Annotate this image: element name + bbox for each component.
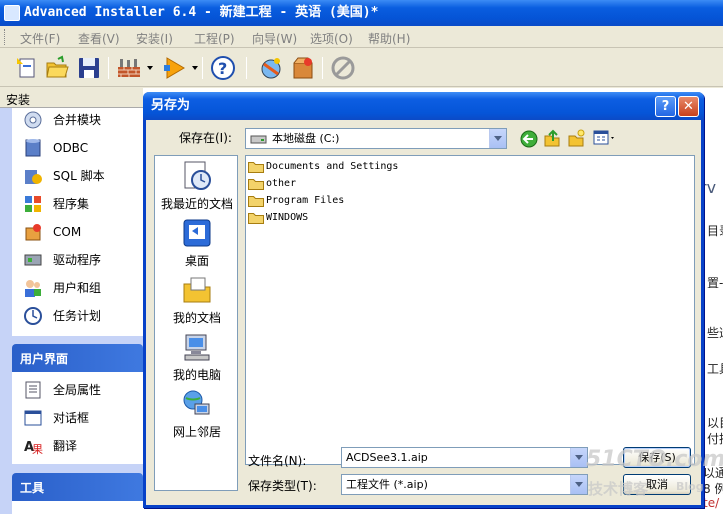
window-title-text: Advanced Installer 6.4 - 新建工程 - 英语 (美国)* <box>24 5 379 20</box>
place-recent-documents[interactable]: 我最近的文档 <box>155 156 239 213</box>
package-icon[interactable] <box>290 55 316 81</box>
menu-view[interactable]: 查看(V) <box>78 30 120 47</box>
watermark-blog: Blog <box>676 480 704 493</box>
toolbar-separator <box>246 57 247 79</box>
open-icon[interactable] <box>44 55 70 81</box>
menu-wizard[interactable]: 向导(W) <box>252 30 297 47</box>
place-network[interactable]: 网上邻居 <box>155 384 239 441</box>
place-desktop[interactable]: 桌面 <box>155 213 239 270</box>
behind-text: 8 例 <box>703 482 723 496</box>
toolbar-separator <box>322 57 323 79</box>
svg-text:果: 果 <box>32 443 43 456</box>
file-list[interactable]: Documents and Settings other Program Fil… <box>245 155 695 465</box>
folder-icon <box>248 162 264 173</box>
close-button[interactable]: ✕ <box>678 96 699 117</box>
view-menu-icon[interactable] <box>593 130 617 146</box>
desktop-icon <box>183 219 211 247</box>
filename-field[interactable]: ACDSee3.1.aip <box>341 447 588 468</box>
up-folder-icon[interactable] <box>543 129 561 147</box>
properties-icon <box>23 380 43 400</box>
users-icon <box>23 278 43 298</box>
tools-group-header[interactable]: 工具 <box>12 473 143 501</box>
toolbar-separator <box>202 57 203 79</box>
assembly-icon <box>23 194 43 214</box>
place-my-documents[interactable]: 我的文档 <box>155 270 239 327</box>
sql-script-icon <box>23 166 43 186</box>
save-in-label: 保存在(I): <box>179 131 232 145</box>
watermark-logo: 51CTO.com <box>586 447 723 472</box>
database-icon <box>23 138 43 158</box>
tools-group <box>12 501 143 514</box>
ui-group: 全局属性 对话框 A果 翻译 <box>12 372 143 464</box>
run-dropdown-arrow[interactable] <box>192 66 198 70</box>
behind-text: 工具 <box>707 362 723 376</box>
build-dropdown-arrow[interactable] <box>147 66 153 70</box>
com-icon <box>23 222 43 242</box>
menu-bar: 文件(F) 查看(V) 安装(I) 工程(P) 向导(W) 选项(O) 帮助(H… <box>0 26 723 48</box>
folder-icon <box>248 213 264 224</box>
my-computer-icon <box>184 334 210 361</box>
new-project-icon[interactable] <box>14 55 40 81</box>
behind-text: 些选 <box>707 326 723 340</box>
translate-icon: A果 <box>23 436 43 456</box>
behind-text: te/ <box>703 496 720 510</box>
places-bar: 我最近的文档 桌面 我的文档 我的电脑 网上邻居 <box>154 155 238 491</box>
folder-icon <box>248 179 264 190</box>
left-panel: 安装 合并模块 ODBC SQL 脚本 程序集 COM 驱动程序 用户和组 任务… <box>0 88 143 514</box>
chevron-down-icon[interactable] <box>570 448 587 467</box>
save-icon[interactable] <box>76 55 102 81</box>
main-window-title: Advanced Installer 6.4 - 新建工程 - 英语 (美国)* <box>0 0 723 26</box>
ui-group-header[interactable]: 用户界面 <box>12 344 143 372</box>
chevron-down-icon[interactable] <box>570 475 587 494</box>
menu-grip <box>4 29 7 45</box>
menu-options[interactable]: 选项(O) <box>310 30 353 47</box>
my-documents-icon <box>183 277 211 303</box>
toolbar-separator <box>108 57 109 79</box>
save-as-dialog: 另存为 ? ✕ 保存在(I): 本地磁盘 (C:) 我最近的文档 桌面 我的文档… <box>143 92 704 508</box>
dialog-icon <box>23 408 43 428</box>
behind-text: 以目 <box>707 416 723 430</box>
folder-icon <box>248 196 264 207</box>
behind-text: 付技 <box>707 432 723 446</box>
chevron-down-icon[interactable] <box>489 129 506 148</box>
install-group: 合并模块 ODBC SQL 脚本 程序集 COM 驱动程序 用户和组 任务计划 <box>12 108 143 336</box>
driver-icon <box>23 250 43 270</box>
filetype-dropdown[interactable]: 工程文件 (*.aip) <box>341 474 588 495</box>
recent-documents-icon <box>184 161 211 190</box>
new-folder-icon[interactable] <box>567 129 585 147</box>
menu-help[interactable]: 帮助(H) <box>368 30 410 47</box>
dialog-title-bar[interactable]: 另存为 ? ✕ <box>143 92 704 120</box>
build-icon[interactable] <box>116 55 142 81</box>
back-icon[interactable] <box>520 130 538 148</box>
filename-label: 文件名(N): <box>248 454 307 468</box>
wizard-icon[interactable] <box>258 55 284 81</box>
app-icon <box>4 5 20 21</box>
menu-file[interactable]: 文件(F) <box>20 30 60 47</box>
run-icon[interactable] <box>162 55 188 81</box>
left-panel-header: 安装 <box>0 88 143 108</box>
help-icon[interactable]: ? <box>210 55 236 81</box>
toolbar: ? <box>0 49 723 87</box>
help-button[interactable]: ? <box>655 96 676 117</box>
dialog-title: 另存为 <box>151 98 191 113</box>
merge-module-icon <box>23 110 43 130</box>
place-my-computer[interactable]: 我的电脑 <box>155 327 239 384</box>
menu-install[interactable]: 安装(I) <box>136 30 173 47</box>
menu-project[interactable]: 工程(P) <box>194 30 235 47</box>
svg-text:?: ? <box>218 59 227 78</box>
behind-text: 目录 <box>707 224 723 238</box>
drive-icon <box>250 135 267 144</box>
filetype-label: 保存类型(T): <box>248 479 317 493</box>
stop-icon[interactable] <box>330 55 356 81</box>
watermark-text: 技术博客 <box>588 480 649 498</box>
network-icon <box>183 390 210 415</box>
clock-icon <box>23 306 43 326</box>
save-in-dropdown[interactable]: 本地磁盘 (C:) <box>245 128 507 149</box>
behind-text: 置- <box>707 276 723 290</box>
